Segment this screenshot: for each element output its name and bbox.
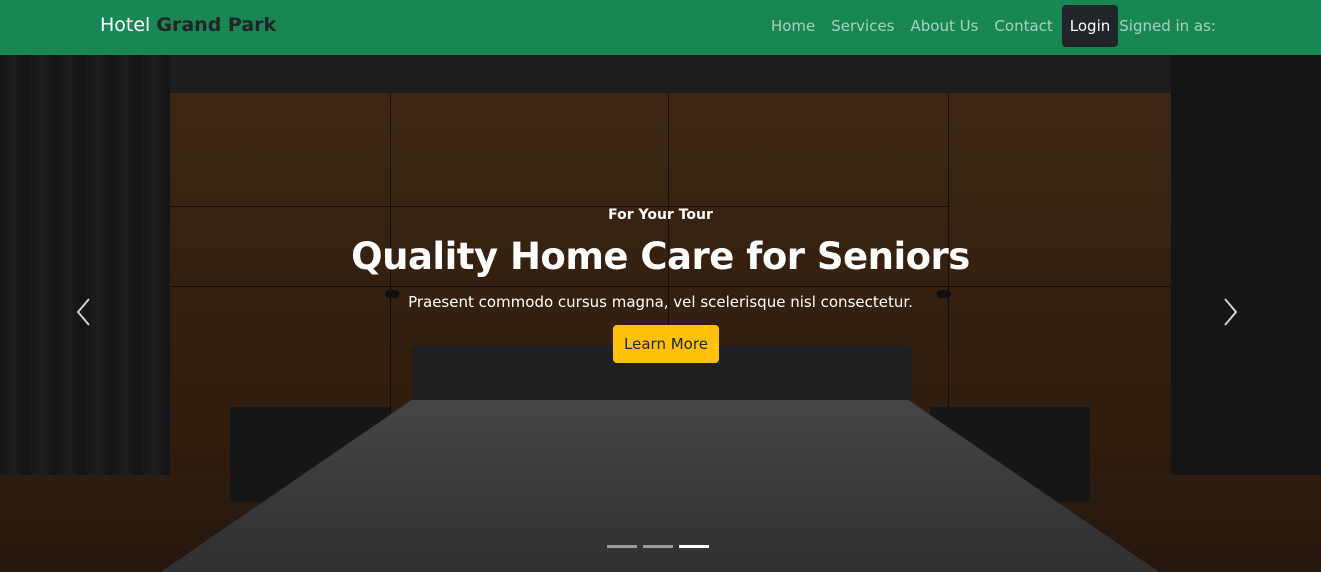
chevron-left-icon: [76, 298, 90, 326]
signed-in-label: Signed in as:: [1119, 17, 1216, 35]
carousel-indicators: [607, 545, 709, 548]
carousel-indicator-1[interactable]: [607, 545, 637, 548]
hero-headline: Quality Home Care for Seniors: [351, 235, 970, 278]
brand-prefix: Hotel: [100, 14, 151, 36]
brand-logo[interactable]: Hotel Grand Park: [100, 14, 276, 36]
learn-more-button[interactable]: Learn More: [613, 325, 719, 363]
hero-carousel: For Your Tour Quality Home Care for Seni…: [0, 55, 1321, 572]
chevron-right-icon: [1224, 298, 1238, 326]
hero-kicker: For Your Tour: [608, 207, 713, 223]
brand-name: Grand Park: [156, 14, 277, 36]
login-button[interactable]: Login: [1061, 5, 1119, 47]
carousel-next-button[interactable]: [1210, 287, 1250, 337]
bedroom-background-image: [0, 55, 1321, 572]
nav-home[interactable]: Home: [763, 17, 823, 35]
carousel-prev-button[interactable]: [64, 287, 104, 337]
carousel-indicator-3[interactable]: [679, 545, 709, 548]
navbar: Hotel Grand Park Home Services About Us …: [0, 0, 1321, 55]
nav-contact[interactable]: Contact: [986, 17, 1060, 35]
hero-subtext: Praesent commodo cursus magna, vel scele…: [408, 293, 913, 311]
nav-services[interactable]: Services: [823, 17, 902, 35]
nav-about-us[interactable]: About Us: [903, 17, 987, 35]
carousel-indicator-2[interactable]: [643, 545, 673, 548]
nav-links: Home Services About Us Contact Login Sig…: [763, 5, 1216, 47]
